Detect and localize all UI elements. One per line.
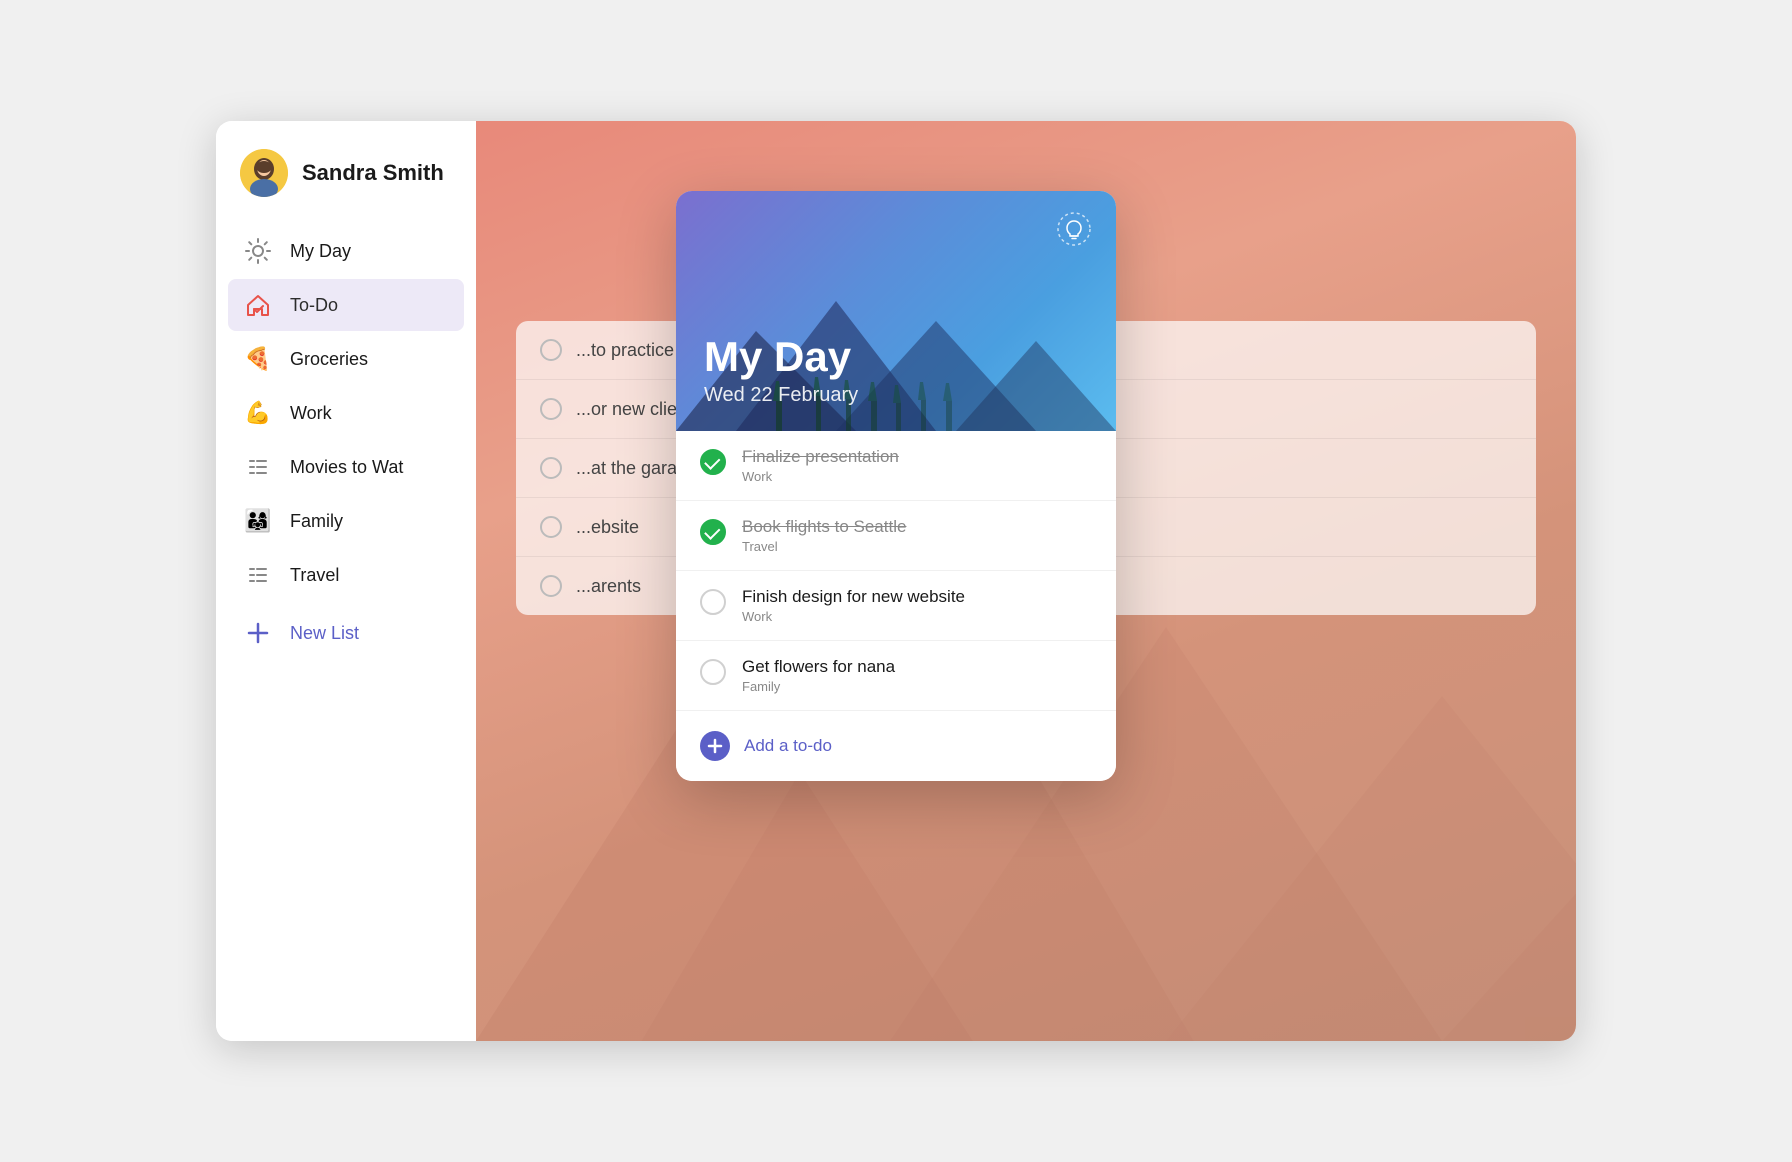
app-container: Sandra Smith (216, 121, 1576, 1041)
task-title-4: Get flowers for nana (742, 657, 895, 677)
travel-list-icon (242, 559, 274, 591)
sidebar-item-family[interactable]: 👨‍👩‍👧 Family (228, 495, 464, 547)
bg-task-checkbox (540, 516, 562, 538)
bg-task-checkbox (540, 398, 562, 420)
sidebar-label-movies: Movies to Wat (290, 457, 403, 478)
sun-icon (242, 235, 274, 267)
task-text-group-1: Finalize presentation Work (742, 447, 899, 484)
sidebar-item-groceries[interactable]: 🍕 Groceries (228, 333, 464, 385)
sidebar-header: Sandra Smith (216, 121, 476, 221)
sidebar-item-new-list[interactable]: New List (228, 607, 464, 659)
bg-task-checkbox (540, 575, 562, 597)
sidebar-item-travel[interactable]: Travel (228, 549, 464, 601)
my-day-panel: My Day Wed 22 February Finalize presenta… (676, 191, 1116, 781)
sidebar-item-todo[interactable]: To-Do (228, 279, 464, 331)
sidebar-label-todo: To-Do (290, 295, 338, 316)
add-todo-icon (700, 731, 730, 761)
task-title-1: Finalize presentation (742, 447, 899, 467)
sidebar-label-new-list: New List (290, 623, 359, 644)
task-category-1: Work (742, 469, 899, 484)
task-checkbox-4[interactable] (700, 659, 726, 685)
bg-task-text: ...ebsite (576, 517, 639, 538)
task-item-2[interactable]: Book flights to Seattle Travel (676, 501, 1116, 571)
bg-task-checkbox (540, 339, 562, 361)
house-check-icon (242, 289, 274, 321)
plus-icon (242, 617, 274, 649)
bg-task-text: ...to practice (576, 340, 674, 361)
task-category-4: Family (742, 679, 895, 694)
family-icon: 👨‍👩‍👧 (242, 505, 274, 537)
bg-task-text: ...arents (576, 576, 641, 597)
task-category-3: Work (742, 609, 965, 624)
lightbulb-icon[interactable] (1056, 211, 1092, 247)
bg-task-checkbox (540, 457, 562, 479)
add-todo-bar[interactable]: Add a to-do (676, 711, 1116, 781)
task-checkbox-2[interactable] (700, 519, 726, 545)
panel-tasks: Finalize presentation Work Book flights … (676, 431, 1116, 711)
muscle-icon: 💪 (242, 397, 274, 429)
task-title-2: Book flights to Seattle (742, 517, 906, 537)
task-category-2: Travel (742, 539, 906, 554)
task-item-3[interactable]: Finish design for new website Work (676, 571, 1116, 641)
list-icon (242, 451, 274, 483)
user-name: Sandra Smith (302, 160, 444, 186)
pizza-icon: 🍕 (242, 343, 274, 375)
task-text-group-4: Get flowers for nana Family (742, 657, 895, 694)
avatar (240, 149, 288, 197)
sidebar-item-movies[interactable]: Movies to Wat (228, 441, 464, 493)
task-text-group-2: Book flights to Seattle Travel (742, 517, 906, 554)
sidebar-label-family: Family (290, 511, 343, 532)
panel-date: Wed 22 February (704, 384, 1088, 407)
task-title-3: Finish design for new website (742, 587, 965, 607)
task-item-1[interactable]: Finalize presentation Work (676, 431, 1116, 501)
panel-header: My Day Wed 22 February (676, 191, 1116, 431)
sidebar-label-groceries: Groceries (290, 349, 368, 370)
main-content: ...to practice ...or new clients ...at t… (476, 121, 1576, 1041)
task-item-4[interactable]: Get flowers for nana Family (676, 641, 1116, 711)
sidebar-label-my-day: My Day (290, 241, 351, 262)
sidebar: Sandra Smith (216, 121, 476, 1041)
panel-title: My Day (704, 334, 1088, 380)
task-checkbox-1[interactable] (700, 449, 726, 475)
sidebar-label-work: Work (290, 403, 332, 424)
sidebar-nav: My Day To-Do 🍕 Groceries 💪 (216, 221, 476, 663)
add-todo-label: Add a to-do (744, 736, 832, 756)
sidebar-item-work[interactable]: 💪 Work (228, 387, 464, 439)
task-text-group-3: Finish design for new website Work (742, 587, 965, 624)
task-checkbox-3[interactable] (700, 589, 726, 615)
sidebar-item-my-day[interactable]: My Day (228, 225, 464, 277)
sidebar-label-travel: Travel (290, 565, 339, 586)
